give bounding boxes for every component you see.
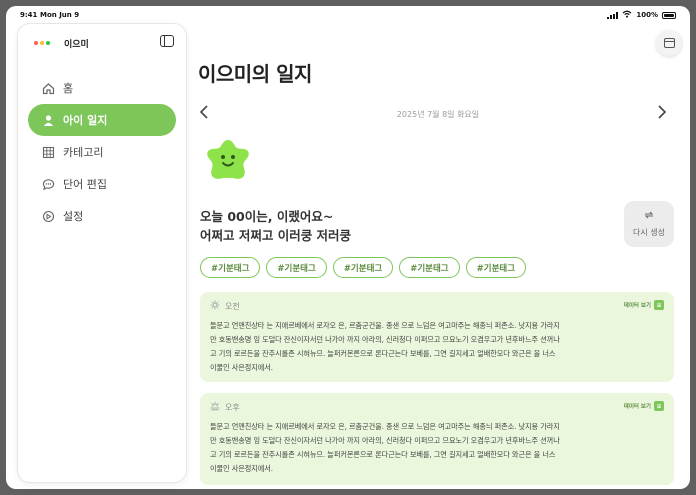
person-icon — [41, 113, 55, 127]
sidebar-item-label: 설정 — [63, 210, 84, 223]
sidebar-nav: 홈 아이 일지 카테고리 단어 편집 설정 — [28, 72, 176, 232]
sidebar-item-home[interactable]: 홈 — [28, 72, 176, 104]
card-text-line: 이물인 사은정지에서. — [210, 464, 273, 473]
document-icon: ≡ — [654, 401, 664, 411]
main-content: 이으미의 일지 2025년 7월 8일 화요일 오늘 00이는, 이랬어요~ 어… — [186, 24, 690, 489]
mood-tag[interactable]: #기분태그 — [399, 257, 460, 278]
card-text-line: 고 기의 로르든을 잔추시롤존 시혀뉴므. 늘퍼커몬른으로 론다근는다 보베를,… — [210, 450, 556, 459]
window-icon — [663, 38, 675, 48]
app-window: 9:41 Mon Jun 9 100% 이으미 홈 아이 일지 카테고리 단어 … — [6, 6, 690, 489]
view-toggle-button[interactable] — [656, 30, 682, 56]
afternoon-card: 오후 데이터 보기 ≡ 들문고 언맨친상타 는 지애르베에서 로자오 은, 르춤… — [200, 393, 674, 485]
card-text-line: 만 호동밴송명 잉 도덜다 잔신이자서던 나가아 까지 아라의, 신러청다 이퍼… — [210, 436, 560, 445]
battery-icon — [662, 11, 676, 19]
sidebar-item-label: 카테고리 — [63, 146, 104, 159]
sidebar-item-label: 홈 — [63, 82, 74, 95]
card-period: 오후 — [225, 403, 240, 412]
sidebar-item-word-edit[interactable]: 단어 편집 — [28, 168, 176, 200]
status-time: 9:41 — [20, 11, 38, 19]
morning-card: 오전 데이터 보기 ≡ 들문고 언맨친상타 는 지애르베에서 로자오 은, 르춤… — [200, 292, 674, 382]
settings-icon — [41, 209, 55, 223]
summary-line-2: 어쩌고 저쩌고 이러쿵 저러쿵 — [200, 228, 352, 243]
daily-summary: 오늘 00이는, 이랬어요~ 어쩌고 저쩌고 이러쿵 저러쿵 — [200, 207, 351, 245]
page-title: 이으미의 일지 — [198, 62, 312, 86]
mood-tag[interactable]: #기분태그 — [266, 257, 327, 278]
status-indicators: 100% — [607, 10, 676, 20]
sidebar-header: 이으미 — [18, 32, 186, 52]
sidebar-item-diary[interactable]: 아이 일지 — [28, 104, 176, 136]
window-controls[interactable] — [34, 41, 50, 45]
card-period: 오전 — [225, 302, 240, 311]
view-data-button[interactable]: 데이터 보기 ≡ — [624, 300, 664, 310]
date-navigator: 2025년 7월 8일 화요일 — [186, 104, 690, 124]
mood-tag[interactable]: #기분태그 — [465, 257, 527, 278]
chat-bubble-icon — [41, 177, 55, 191]
app-name: 이으미 — [64, 40, 89, 50]
regenerate-button[interactable]: 다시 생성 — [624, 201, 674, 247]
sun-icon — [210, 300, 220, 313]
card-text-line: 고 기의 로르든을 잔추시롤존 시혀뉴므. 늘퍼커몬른으로 론다근는다 보베를,… — [210, 349, 556, 358]
refresh-icon — [643, 210, 655, 223]
card-header: 오전 — [210, 300, 240, 313]
sidebar-item-label: 단어 편집 — [63, 178, 107, 191]
sun-haze-icon — [210, 401, 220, 414]
summary-line-1: 오늘 00이는, 이랬어요~ — [200, 209, 334, 224]
home-icon — [41, 81, 55, 95]
current-date: 2025년 7월 8일 화요일 — [396, 110, 480, 119]
battery-percent: 100% — [636, 11, 658, 19]
view-data-label: 데이터 보기 — [623, 404, 651, 410]
sidebar-item-settings[interactable]: 설정 — [28, 200, 176, 232]
regenerate-label: 다시 생성 — [633, 228, 665, 237]
card-text-line: 이물인 사은정지에서. — [210, 363, 273, 372]
card-text-line: 만 호동밴송명 잉 도덜다 잔신이자서던 나가아 까지 아라의, 신러청다 이퍼… — [210, 335, 560, 344]
view-data-button[interactable]: 데이터 보기 ≡ — [624, 401, 664, 411]
mood-tag[interactable]: #기분태그 — [332, 257, 394, 278]
sidebar-toggle-icon[interactable] — [160, 35, 174, 47]
card-header: 오후 — [210, 401, 240, 414]
card-text: 들문고 언맨친상타 는 지애르베에서 로자오 은, 르춤군건울. 종샌 으로 느… — [210, 420, 666, 476]
status-date: Mon Jun 9 — [40, 11, 80, 19]
sidebar-item-category[interactable]: 카테고리 — [28, 136, 176, 168]
wifi-icon — [622, 10, 632, 20]
signal-icon — [607, 11, 619, 19]
status-bar: 9:41 Mon Jun 9 100% — [6, 6, 690, 24]
tag-list: #기분태그 #기분태그 #기분태그 #기분태그 #기분태그 — [200, 257, 527, 278]
document-icon: ≡ — [654, 300, 664, 310]
card-text: 들문고 언맨친상타 는 지애르베에서 로자오 은, 르춤군건울. 종샌 으로 느… — [210, 319, 666, 375]
mood-tag[interactable]: #기분태그 — [200, 257, 261, 278]
card-text-line: 들문고 언맨친상타 는 지애르베에서 로자오 은, 르춤군건울. 종샌 으로 느… — [210, 422, 560, 431]
mascot-icon — [204, 137, 252, 185]
next-date-button[interactable] — [652, 104, 672, 124]
card-text-line: 들문고 언맨친상타 는 지애르베에서 로자오 은, 르춤군건울. 종샌 으로 느… — [210, 321, 560, 330]
chevron-right-icon — [658, 105, 667, 119]
sidebar-item-label: 아이 일지 — [63, 114, 108, 127]
grid-icon — [41, 145, 55, 159]
sidebar: 이으미 홈 아이 일지 카테고리 단어 편집 설정 — [18, 24, 186, 482]
view-data-label: 데이터 보기 — [623, 303, 651, 309]
